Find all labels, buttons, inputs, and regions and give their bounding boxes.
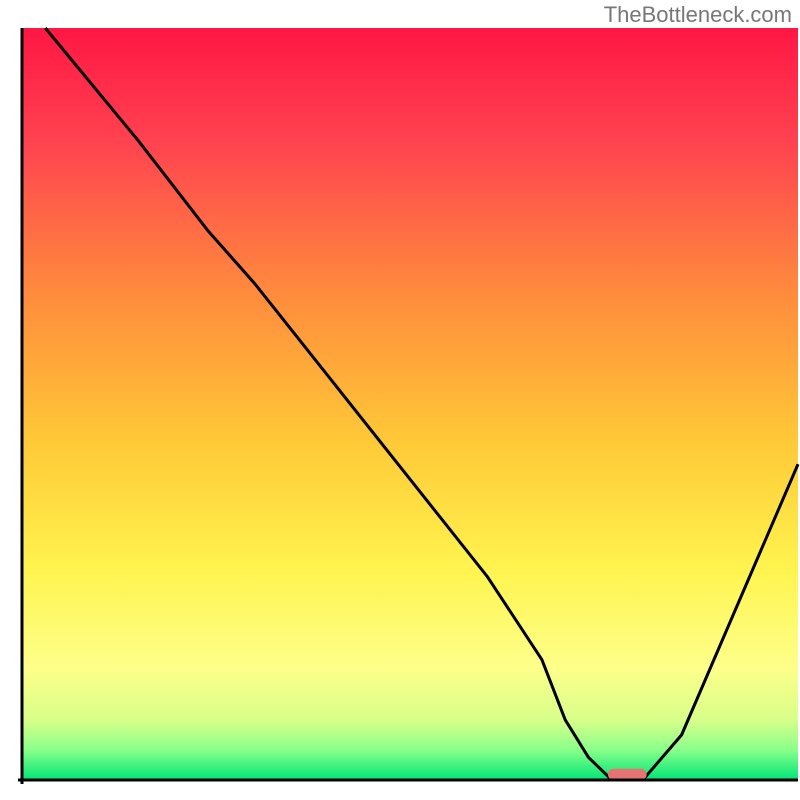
- chart-plot: [0, 0, 800, 800]
- optimal-marker: [608, 769, 647, 780]
- watermark-text: TheBottleneck.com: [604, 2, 792, 28]
- chart-container: TheBottleneck.com: [0, 0, 800, 800]
